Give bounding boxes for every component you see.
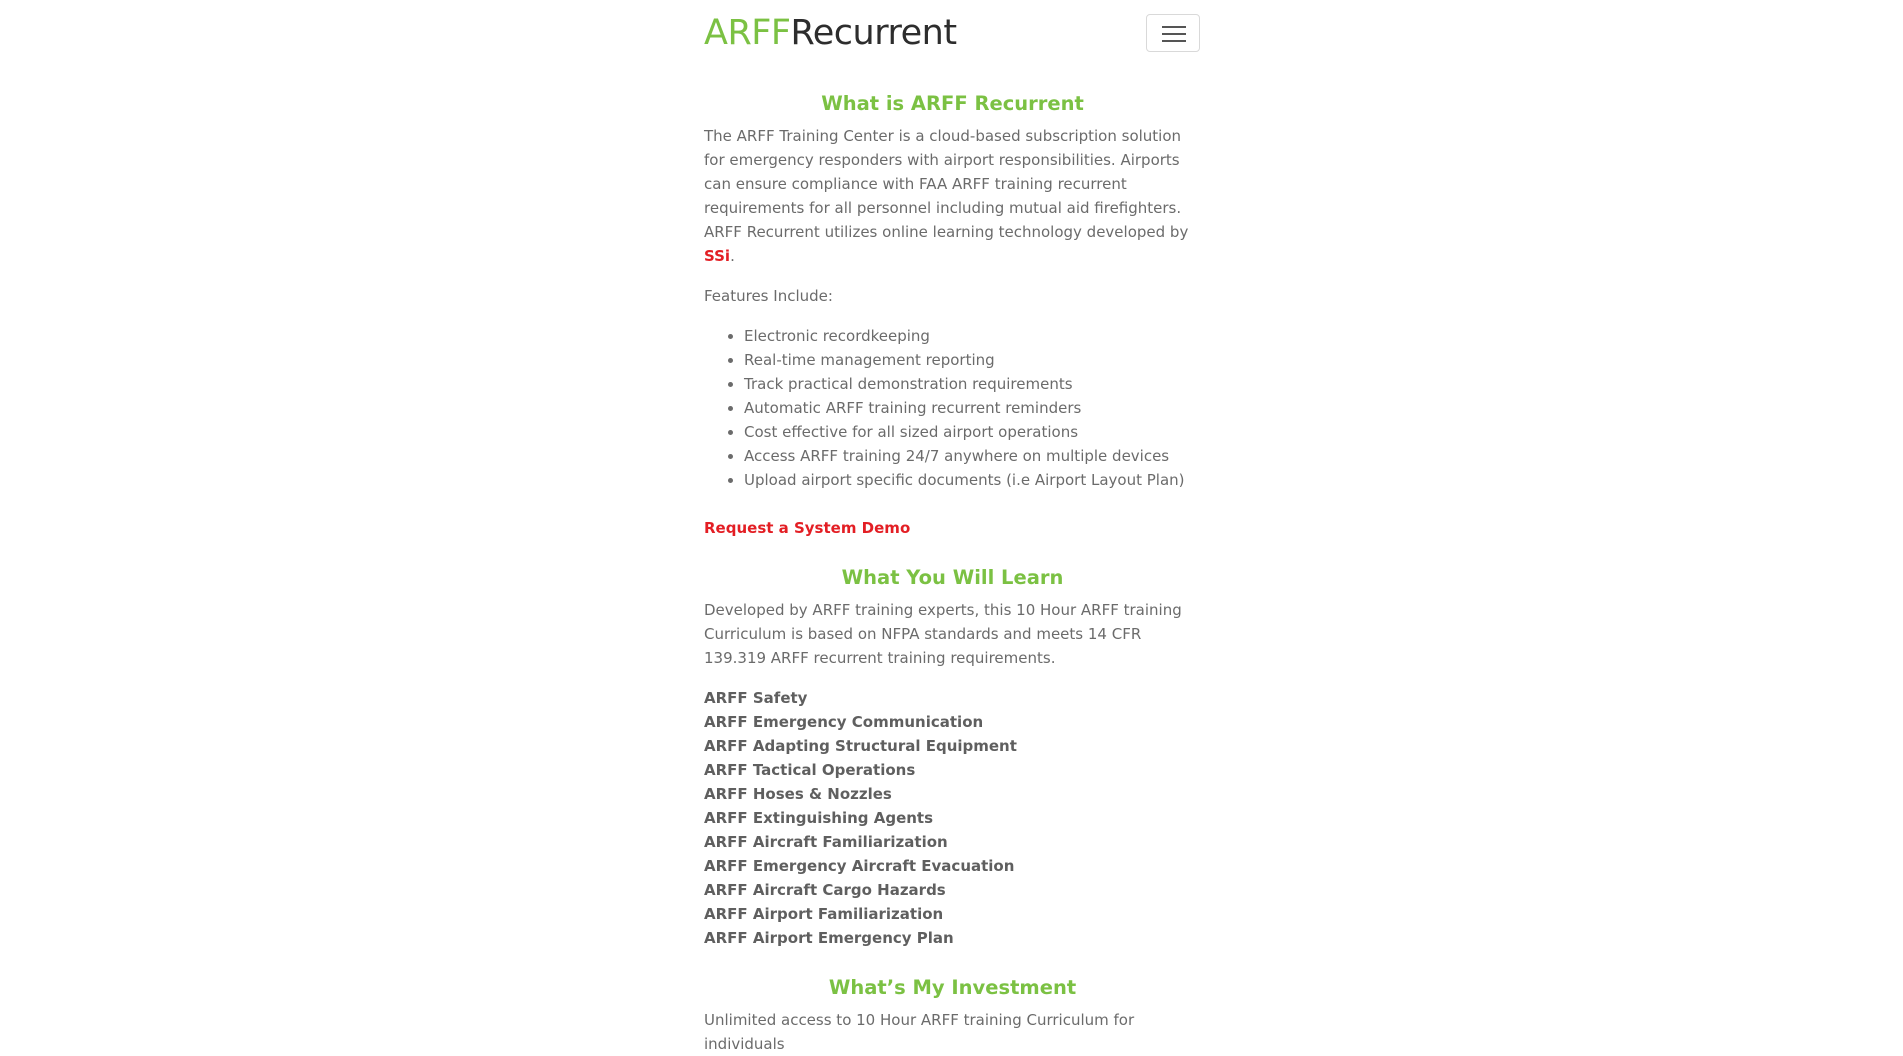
feature-item: Upload airport specific documents (i.e A… <box>744 468 1201 492</box>
site-logo[interactable]: ARFFRecurrent <box>704 10 957 56</box>
features-list: Electronic recordkeeping Real-time manag… <box>704 324 1201 492</box>
ssi-link[interactable]: SSi <box>704 247 730 265</box>
learn-section: What You Will Learn Developed by ARFF tr… <box>704 564 1201 950</box>
about-intro-text: The ARFF Training Center is a cloud-base… <box>704 127 1189 241</box>
modules-list: ARFF Safety ARFF Emergency Communication… <box>704 686 1201 950</box>
module-item: ARFF Adapting Structural Equipment <box>704 737 1017 755</box>
feature-item: Track practical demonstration requiremen… <box>744 372 1201 396</box>
module-item: ARFF Airport Emergency Plan <box>704 929 954 947</box>
module-item: ARFF Safety <box>704 689 808 707</box>
hamburger-menu-icon <box>1162 26 1186 28</box>
feature-item: Access ARFF training 24/7 anywhere on mu… <box>744 444 1201 468</box>
about-intro: The ARFF Training Center is a cloud-base… <box>704 124 1201 268</box>
module-item: ARFF Extinguishing Agents <box>704 809 934 827</box>
module-item: ARFF Aircraft Cargo Hazards <box>704 881 946 899</box>
logo-part-recurrent: Recurrent <box>790 13 958 53</box>
investment-section: What’s My Investment Unlimited access to… <box>704 974 1201 1056</box>
page-container: ARFFRecurrent What is ARFF Recurrent The… <box>704 0 1201 1056</box>
about-heading: What is ARFF Recurrent <box>821 92 1084 115</box>
hamburger-menu-button[interactable] <box>1146 14 1200 52</box>
feature-item: Electronic recordkeeping <box>744 324 1201 348</box>
module-item: ARFF Emergency Communication <box>704 713 984 731</box>
request-demo-link[interactable]: Request a System Demo <box>704 516 910 540</box>
hamburger-menu-icon-bar <box>1162 33 1186 35</box>
investment-intro: Unlimited access to 10 Hour ARFF trainin… <box>704 1011 1135 1053</box>
module-item: ARFF Airport Familiarization <box>704 905 944 923</box>
learn-intro: Developed by ARFF training experts, this… <box>704 601 1182 667</box>
module-item: ARFF Aircraft Familiarization <box>704 833 948 851</box>
logo-part-arff: ARFF <box>704 13 791 53</box>
module-item: ARFF Hoses & Nozzles <box>704 785 892 803</box>
about-section: What is ARFF Recurrent The ARFF Training… <box>704 90 1201 540</box>
module-item: ARFF Emergency Aircraft Evacuation <box>704 857 1015 875</box>
feature-item: Real-time management reporting <box>744 348 1201 372</box>
feature-item: Cost effective for all sized airport ope… <box>744 420 1201 444</box>
features-label: Features Include: <box>704 287 833 305</box>
hamburger-menu-icon-bar <box>1162 40 1186 42</box>
module-item: ARFF Tactical Operations <box>704 761 916 779</box>
learn-heading: What You Will Learn <box>841 566 1064 589</box>
investment-heading: What’s My Investment <box>828 976 1077 999</box>
site-header: ARFFRecurrent <box>704 0 1201 70</box>
about-intro-end: . <box>730 247 735 265</box>
feature-item: Automatic ARFF training recurrent remind… <box>744 396 1201 420</box>
